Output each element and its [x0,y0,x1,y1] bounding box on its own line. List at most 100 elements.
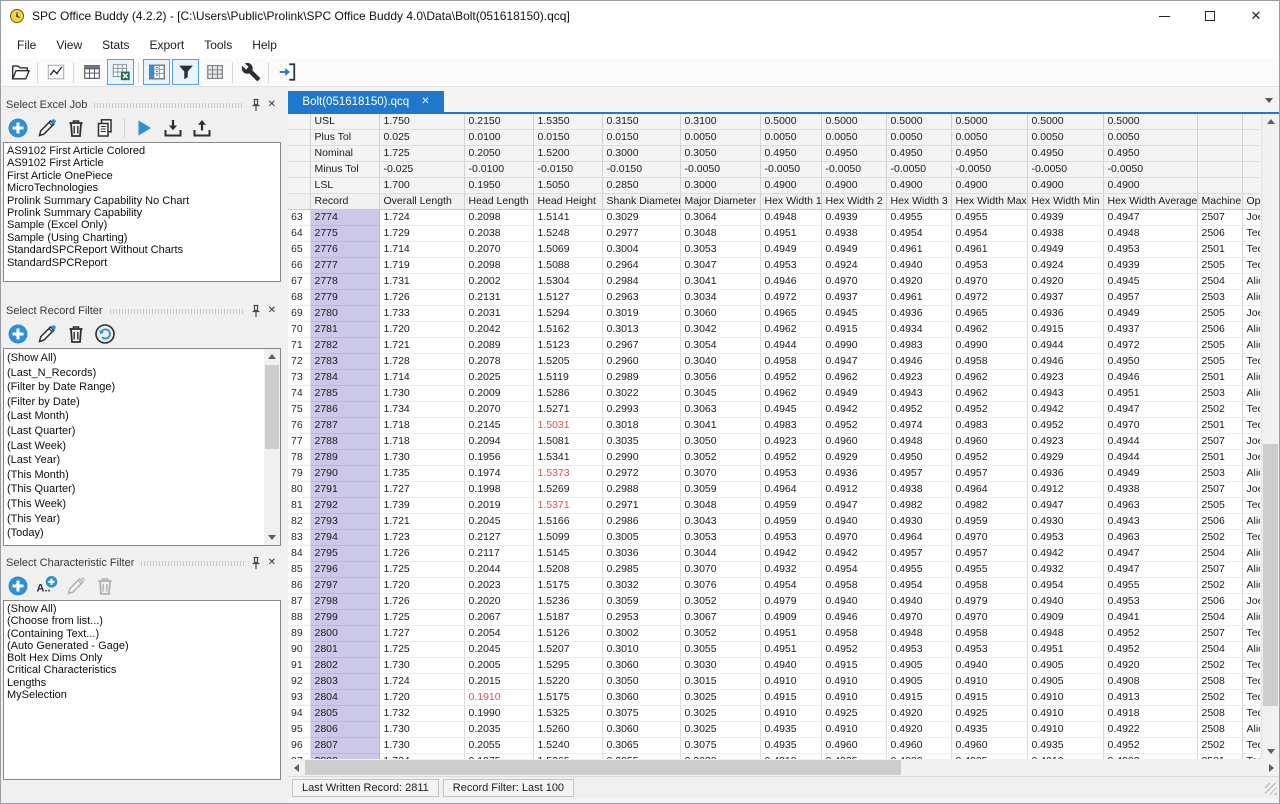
data-cell[interactable]: 0.4962 [760,322,821,338]
data-cell[interactable]: 1.5069 [533,242,602,258]
data-cell[interactable]: 0.4915 [886,690,951,706]
data-cell[interactable]: 2506 [1197,226,1242,242]
data-cell[interactable]: 2503 [1197,290,1242,306]
data-cell[interactable]: 0.4940 [821,594,886,610]
data-cell[interactable]: 1.5141 [533,210,602,226]
data-cell[interactable]: 0.4943 [886,386,951,402]
column-header-cell[interactable]: Machine [1197,194,1242,210]
data-cell[interactable]: 0.4960 [821,434,886,450]
data-cell[interactable]: 0.4938 [1027,226,1103,242]
data-cell[interactable]: 0.2117 [464,546,533,562]
data-cell[interactable]: 0.3029 [602,210,680,226]
data-cell[interactable]: 0.4922 [1103,722,1197,738]
data-cell[interactable]: 1.5031 [533,418,602,434]
data-cell[interactable]: Alic [1242,290,1260,306]
data-cell[interactable]: 0.4952 [886,402,951,418]
record-cell[interactable]: 2775 [310,226,379,242]
data-cell[interactable]: 1.5236 [533,594,602,610]
scroll-down-icon[interactable] [264,530,280,545]
data-grid[interactable]: USL1.7500.21501.53500.31500.31000.50000.… [288,114,1260,759]
data-cell[interactable]: 1.732 [379,706,464,722]
tools-wrench-button[interactable] [237,59,264,85]
data-cell[interactable]: 0.2094 [464,434,533,450]
data-cell[interactable]: 0.4920 [886,722,951,738]
data-cell[interactable]: 1.731 [379,274,464,290]
data-cell[interactable]: 1.720 [379,578,464,594]
data-cell[interactable]: 0.4940 [886,594,951,610]
data-cell[interactable]: Alic [1242,370,1260,386]
record-cell[interactable]: 2778 [310,274,379,290]
record-cell[interactable]: 2795 [310,546,379,562]
data-cell[interactable]: 2501 [1197,418,1242,434]
data-cell[interactable]: 1.720 [379,690,464,706]
data-cell[interactable]: Ted [1242,226,1260,242]
record-cell[interactable]: 2776 [310,242,379,258]
data-cell[interactable]: 0.4954 [886,578,951,594]
data-cell[interactable]: 2505 [1197,354,1242,370]
data-cell[interactable]: 0.4905 [1027,674,1103,690]
data-cell[interactable]: 0.2145 [464,418,533,434]
record-cell[interactable]: 2791 [310,482,379,498]
data-cell[interactable]: 0.3056 [680,370,760,386]
data-cell[interactable]: 0.4925 [951,706,1027,722]
data-cell[interactable]: 1.5325 [533,706,602,722]
data-cell[interactable]: 0.4960 [886,738,951,754]
list-item[interactable]: MicroTechnologies [7,182,280,194]
data-cell[interactable]: 2505 [1197,258,1242,274]
data-cell[interactable]: Alic [1242,466,1260,482]
data-cell[interactable]: Joe [1242,594,1260,610]
record-cell[interactable]: 2785 [310,386,379,402]
data-cell[interactable]: 0.4923 [1027,434,1103,450]
data-cell[interactable]: Ted [1242,242,1260,258]
data-cell[interactable]: 0.4932 [760,562,821,578]
data-cell[interactable]: 0.4970 [1103,418,1197,434]
data-cell[interactable]: 0.3070 [680,562,760,578]
data-cell[interactable]: 0.3047 [680,258,760,274]
data-cell[interactable]: 0.2953 [602,610,680,626]
data-cell[interactable]: 0.3052 [680,450,760,466]
data-grid-table[interactable]: USL1.7500.21501.53500.31500.31000.50000.… [288,114,1260,759]
data-cell[interactable]: 0.3060 [602,722,680,738]
data-cell[interactable]: 0.4959 [760,514,821,530]
data-cell[interactable]: 0.4952 [951,402,1027,418]
data-cell[interactable]: 0.4915 [1027,322,1103,338]
menu-item-file[interactable]: File [7,34,46,56]
data-cell[interactable]: 0.4963 [1103,530,1197,546]
data-cell[interactable]: 0.2002 [464,274,533,290]
close-icon[interactable]: ✕ [268,99,276,110]
record-filter-list[interactable]: (Show All)(Last_N_Records)(Filter by Dat… [3,348,281,546]
data-cell[interactable]: 0.4949 [760,242,821,258]
data-cell[interactable]: 1.5304 [533,274,602,290]
data-cell[interactable]: 0.4964 [886,530,951,546]
data-cell[interactable]: 0.4965 [760,306,821,322]
data-cell[interactable]: 2507 [1197,482,1242,498]
data-cell[interactable]: 0.4936 [821,466,886,482]
scroll-down-icon[interactable] [1262,744,1279,759]
data-cell[interactable]: 1.714 [379,242,464,258]
data-cell[interactable]: 0.4940 [760,658,821,674]
data-cell[interactable]: 0.2993 [602,402,680,418]
data-cell[interactable]: 0.4970 [821,274,886,290]
data-cell[interactable]: 1.730 [379,450,464,466]
data-cell[interactable]: 0.3045 [680,386,760,402]
data-cell[interactable]: 1.724 [379,210,464,226]
data-cell[interactable]: 1.726 [379,594,464,610]
data-cell[interactable]: 0.4958 [821,626,886,642]
data-cell[interactable]: 1.5205 [533,354,602,370]
data-cell[interactable]: 0.4937 [821,290,886,306]
list-item[interactable]: (Today) [7,526,263,541]
list-item[interactable]: Sample (Using Charting) [7,232,280,244]
run-chart-button[interactable] [42,59,69,85]
open-file-button[interactable] [6,59,33,85]
data-cell[interactable]: 0.4962 [760,386,821,402]
data-cell[interactable]: 0.4961 [886,290,951,306]
data-cell[interactable]: Alic [1242,610,1260,626]
data-cell[interactable]: 1.5175 [533,690,602,706]
data-cell[interactable]: Alic [1242,386,1260,402]
data-cell[interactable]: 0.4961 [886,242,951,258]
data-cell[interactable]: 0.4958 [951,626,1027,642]
data-cell[interactable]: 0.4954 [951,226,1027,242]
data-cell[interactable]: 0.4954 [1027,578,1103,594]
column-header-cell[interactable]: Ope [1242,194,1260,210]
data-cell[interactable]: 0.3052 [680,626,760,642]
